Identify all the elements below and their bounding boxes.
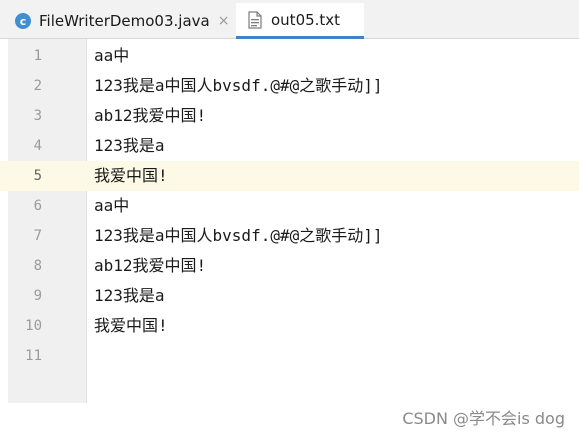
line-number: 5 [33, 168, 42, 184]
line-number: 7 [33, 228, 42, 244]
line-text: 123我是a中国人bvsdf.@#@之歌手动]] [94, 76, 383, 95]
line-text: 123我是a中国人bvsdf.@#@之歌手动]] [94, 226, 383, 245]
editor-line[interactable]: 10 我爱中国! [0, 311, 579, 341]
line-number: 4 [33, 138, 42, 154]
editor-line[interactable]: 7 123我是a中国人bvsdf.@#@之歌手动]] [0, 221, 579, 251]
line-text: 我爱中国! [94, 316, 168, 335]
text-editor[interactable]: 1 aa中 2 123我是a中国人bvsdf.@#@之歌手动]] 3 ab12我… [0, 39, 579, 405]
editor-line[interactable]: 2 123我是a中国人bvsdf.@#@之歌手动]] [0, 71, 579, 101]
line-text: aa中 [94, 46, 130, 65]
line-number: 11 [25, 348, 42, 364]
line-text: ab12我爱中国! [94, 106, 207, 125]
text-file-icon [248, 10, 262, 29]
line-text: aa中 [94, 196, 130, 215]
line-number: 2 [33, 78, 42, 94]
line-number: 6 [33, 198, 42, 214]
editor-line[interactable]: 4 123我是a [0, 131, 579, 161]
line-number: 10 [25, 318, 42, 334]
editor-line[interactable]: 11 [0, 341, 579, 371]
line-text: ab12我爱中国! [94, 256, 207, 275]
csdn-watermark: CSDN @学不会is dog [402, 409, 565, 428]
editor-line-current[interactable]: 5 我爱中国! [0, 161, 579, 191]
line-number: 3 [33, 108, 42, 124]
line-text: 我爱中国! [94, 166, 168, 185]
editor-line[interactable]: 8 ab12我爱中国! [0, 251, 579, 281]
close-tab-button[interactable]: × [218, 13, 230, 29]
line-text: 123我是a [94, 286, 165, 305]
editor-line[interactable]: 3 ab12我爱中国! [0, 101, 579, 131]
editor-tab-bar: c FileWriterDemo03.java × out05.txt [0, 0, 579, 39]
line-number: 9 [33, 288, 42, 304]
svg-text:c: c [20, 15, 27, 28]
tab-out05-txt[interactable]: out05.txt [236, 3, 364, 39]
tab-label: FileWriterDemo03.java [39, 12, 210, 30]
java-class-icon: c [15, 13, 31, 29]
editor-line[interactable]: 6 aa中 [0, 191, 579, 221]
line-number: 1 [33, 48, 42, 64]
editor-line[interactable]: 1 aa中 [0, 41, 579, 71]
tab-label: out05.txt [271, 10, 341, 29]
editor-line[interactable]: 9 123我是a [0, 281, 579, 311]
line-number: 8 [33, 258, 42, 274]
line-text: 123我是a [94, 136, 165, 155]
tab-filewriterdemo03-java[interactable]: c FileWriterDemo03.java × [14, 3, 234, 39]
